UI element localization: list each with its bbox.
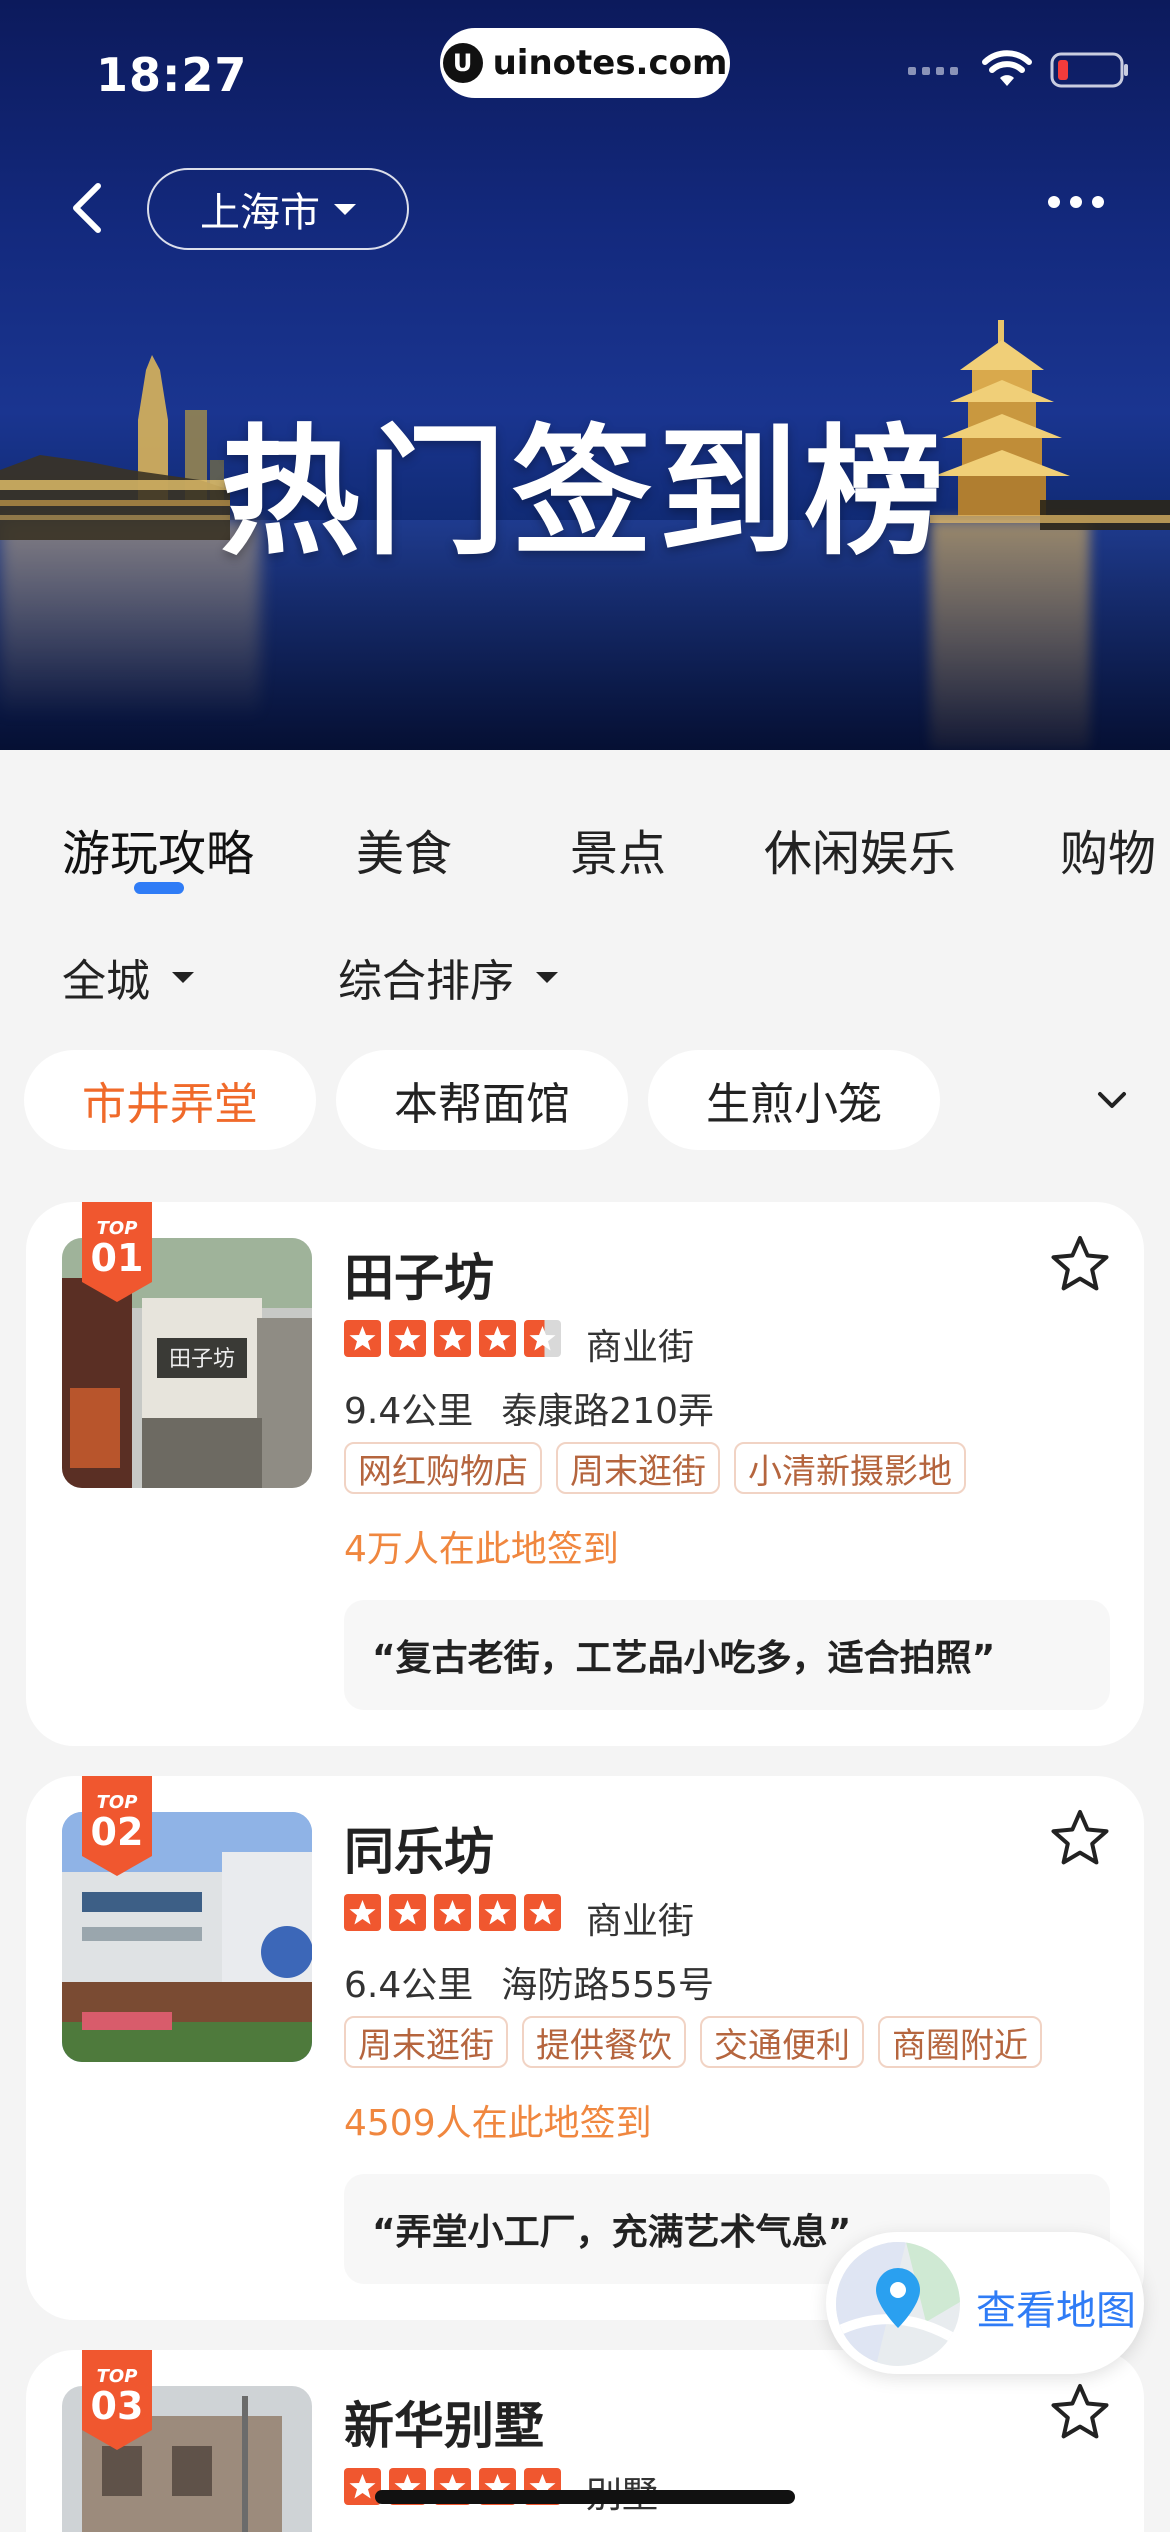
star-favorite-icon[interactable] [1048,2380,1112,2444]
rating-stars [344,1894,561,1931]
rating-star-icon [434,1320,471,1357]
place-card[interactable]: TOP 03 新华别墅 别墅 [26,2350,1144,2532]
checkin-count: 4万人在此地签到 [344,1529,619,1570]
place-tag: 商圈附近 [878,2016,1042,2068]
caret-down-icon [172,971,194,983]
place-card[interactable]: 田子坊 TOP 01 田子坊 商业街 9.4公里 泰康路210弄 网红购物店 周… [26,1202,1144,1746]
view-map-button[interactable]: 查看地图 [826,2232,1144,2374]
place-tag: 周末逛街 [344,2016,508,2068]
place-name: 新华别墅 [344,2397,544,2455]
rating-star-icon [344,1320,381,1357]
wifi-icon [982,50,1032,86]
tab-guide[interactable]: 游玩攻略 [62,814,254,884]
place-tag: 交通便利 [700,2016,864,2068]
rank-badge: TOP 02 [82,1776,152,1876]
rank-badge: TOP 01 [82,1202,152,1302]
place-tag: 提供餐饮 [522,2016,686,2068]
rating-star-icon [524,1894,561,1931]
hero-banner: 18:27 U uinotes.com 上海市 热门签到榜 [0,0,1170,750]
place-distance: 9.4公里 [344,1391,474,1432]
hero-skyline-illustration [0,320,1170,540]
city-selector[interactable]: 上海市 [147,168,409,250]
area-filter-label: 全城 [62,956,150,1007]
caret-down-icon [536,971,558,983]
tab-food[interactable]: 美食 [356,814,452,884]
place-category: 商业街 [586,1327,695,1368]
place-tag: 周末逛街 [556,1442,720,1494]
rating-star-icon [479,1320,516,1357]
rating-stars [344,1320,561,1357]
star-favorite-icon[interactable] [1048,1806,1112,1870]
rating-star-icon [389,1894,426,1931]
home-indicator [375,2490,795,2504]
city-label: 上海市 [200,190,320,236]
place-name: 同乐坊 [344,1823,494,1881]
rating-star-icon [479,1894,516,1931]
chip-scroll-fade [1010,1035,1170,1165]
place-meta: 6.4公里 海防路555号 [344,1956,714,2008]
category-tabs: 游玩攻略 美食 景点 休闲娱乐 购物 [0,750,1170,900]
checkin-count: 4509人在此地签到 [344,2103,652,2144]
back-arrow-icon[interactable] [60,178,120,238]
rank-number: 03 [90,2384,144,2428]
chevron-down-icon[interactable] [1092,1080,1132,1120]
more-options-icon[interactable] [1048,196,1104,208]
rating-star-icon [344,1894,381,1931]
status-time: 18:27 [96,48,248,102]
place-address: 泰康路210弄 [501,1391,714,1432]
rank-badge: TOP 03 [82,2350,152,2450]
place-category: 商业街 [586,1901,695,1942]
svg-text:田子坊: 田子坊 [169,1347,235,1372]
rank-number: 02 [90,1810,144,1854]
active-tab-indicator [134,882,184,894]
caret-down-icon [334,203,356,215]
chip-noodle[interactable]: 本帮面馆 [336,1050,628,1150]
watermark-badge: U uinotes.com [440,28,730,98]
place-distance: 6.4公里 [344,1965,474,2006]
place-tag: 小清新摄影地 [734,1442,966,1494]
area-filter[interactable]: 全城 [62,945,194,1009]
place-address: 海防路555号 [501,1965,714,2006]
chip-dumpling[interactable]: 生煎小笼 [648,1050,940,1150]
place-tags: 周末逛街 提供餐饮 交通便利 商圈附近 [344,2016,1042,2068]
chip-alley[interactable]: 市井弄堂 [24,1050,316,1150]
review-quote: “复古老街，工艺品小吃多，适合拍照” [344,1600,1110,1710]
status-icons [908,50,1130,90]
watermark-text: uinotes.com [492,43,728,83]
rank-number: 01 [90,1236,144,1280]
tab-shopping[interactable]: 购物 [1060,814,1156,884]
rating-half-star-icon [524,1320,561,1357]
watermark-logo: U [442,43,483,83]
place-meta: 9.4公里 泰康路210弄 [344,1382,714,1434]
place-tag: 网红购物店 [344,1442,542,1494]
tab-entertainment[interactable]: 休闲娱乐 [764,814,956,884]
battery-icon [1050,52,1128,88]
place-tags: 网红购物店 周末逛街 小清新摄影地 [344,1442,966,1494]
hero-title: 热门签到榜 [219,412,950,575]
place-name: 田子坊 [344,1249,494,1307]
sort-filter[interactable]: 综合排序 [338,945,558,1009]
sort-filter-label: 综合排序 [338,956,514,1007]
view-map-label: 查看地图 [976,2288,1136,2334]
rating-star-icon [434,1894,471,1931]
map-pin-icon [836,2242,960,2366]
rating-star-icon [389,1320,426,1357]
cellular-signal-icon [908,67,958,75]
star-favorite-icon[interactable] [1048,1232,1112,1296]
tab-attractions[interactable]: 景点 [570,814,666,884]
